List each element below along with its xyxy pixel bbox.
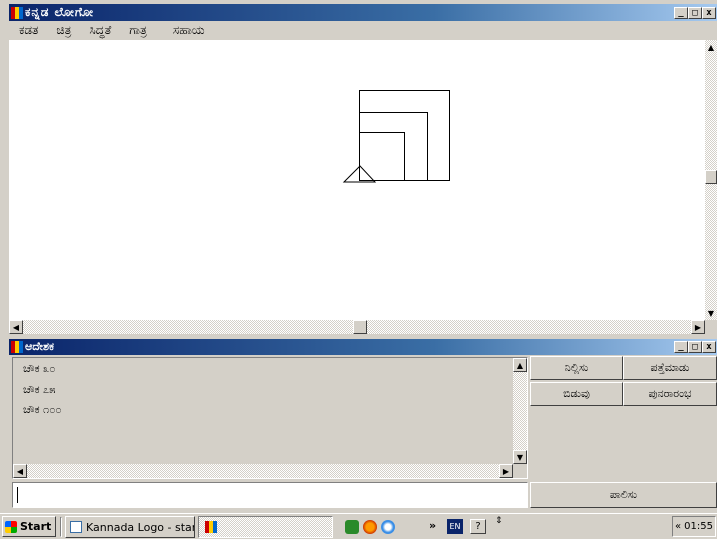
menu-file[interactable]: ಕಡತ	[19, 23, 38, 38]
system-tray: « 01:55	[672, 516, 716, 537]
menu-picture[interactable]: ಚಿತ್ರ	[56, 23, 71, 38]
language-indicator[interactable]: EN	[447, 519, 463, 534]
canvas-vscroll[interactable]: ▲ ▼	[705, 40, 717, 320]
ie-icon[interactable]	[381, 520, 395, 534]
hscroll-thumb[interactable]	[353, 320, 367, 334]
command-history[interactable]: ಚೌಕ ೩೦ ಚೌಕ ೭೫ ಚೌಕ ೧೦೦ ▲ ▼ ◀ ▶	[12, 357, 528, 479]
main-window: ಕನ್ನಡ ಲೋಗೋ _ □ x ಕಡತ ಚಿತ್ರ ಸಿದ್ಧತೆ ಗಾತ್ರ…	[0, 0, 717, 338]
stop-button[interactable]: ನಿಲ್ಲಿಸು	[530, 356, 623, 380]
document-icon	[70, 521, 82, 533]
menu-bar: ಕಡತ ಚಿತ್ರ ಸಿದ್ಧತೆ ಗಾತ್ರ ಸಹಾಯ	[9, 21, 717, 39]
taskbar-divider	[60, 517, 62, 537]
vscroll-thumb[interactable]	[705, 170, 717, 184]
scroll-right-arrow-icon[interactable]: ▶	[691, 320, 705, 334]
history-vscroll[interactable]: ▲ ▼	[513, 358, 527, 464]
history-hscroll[interactable]: ◀ ▶	[13, 464, 513, 478]
main-titlebar: ಕನ್ನಡ ಲೋಗೋ _ □ x	[9, 4, 717, 21]
history-right-arrow-icon[interactable]: ▶	[499, 464, 513, 478]
commander-logo-icon	[11, 341, 23, 353]
history-left-arrow-icon[interactable]: ◀	[13, 464, 27, 478]
window-title: ಕನ್ನಡ ಲೋಗೋ	[25, 5, 94, 19]
history-line: ಚೌಕ ೩೦	[23, 362, 56, 375]
clock: 01:55	[684, 521, 713, 532]
history-up-arrow-icon[interactable]: ▲	[513, 358, 527, 372]
drawing-canvas[interactable]	[9, 40, 705, 320]
execute-button[interactable]: ಪಾಲಿಸು	[530, 482, 717, 508]
menu-help[interactable]: ಸಹಾಯ	[173, 23, 205, 38]
canvas-hscroll[interactable]: ◀ ▶	[9, 320, 705, 334]
taskbar-item-logo-window[interactable]	[198, 516, 333, 538]
start-button[interactable]: Start	[2, 516, 56, 537]
square-75	[359, 112, 428, 181]
history-line: ಚೌಕ ೭೫	[23, 383, 56, 396]
minimize-button[interactable]: _	[674, 6, 688, 19]
tray-arrow-icon[interactable]: ⇕	[495, 516, 503, 526]
overflow-chevron-icon[interactable]: »	[429, 519, 436, 532]
tray-expand-icon[interactable]: «	[675, 521, 681, 532]
command-input[interactable]	[12, 482, 528, 508]
history-line: ಚೌಕ ೧೦೦	[23, 403, 62, 416]
maximize-button[interactable]: □	[688, 6, 702, 19]
scroll-left-arrow-icon[interactable]: ◀	[9, 320, 23, 334]
app-logo-icon	[11, 6, 23, 19]
firefox-icon[interactable]	[363, 520, 377, 534]
text-cursor	[17, 487, 18, 503]
taskbar-item-kannada-logo[interactable]: Kannada Logo - start...	[65, 516, 195, 538]
media-icon[interactable]	[345, 520, 359, 534]
resume-button[interactable]: ಪುನರಾರಂಭ	[623, 382, 717, 406]
taskbar-item-label: Kannada Logo - start...	[86, 520, 195, 534]
turtle-drawing	[342, 90, 450, 183]
help-icon[interactable]: ?	[470, 519, 486, 534]
windows-logo-icon	[5, 520, 17, 533]
commander-minimize-button[interactable]: _	[674, 341, 688, 353]
trace-button[interactable]: ಪತ್ತೆಮಾಡು	[623, 356, 717, 380]
logo-app-icon	[205, 521, 217, 533]
start-label: Start	[20, 520, 52, 533]
commander-titlebar: ಆದೇಶಕ _ □ x	[9, 339, 717, 355]
commander-close-button[interactable]: x	[702, 341, 716, 353]
commander-maximize-button[interactable]: □	[688, 341, 702, 353]
close-button[interactable]: x	[702, 6, 716, 19]
commander-title: ಆದೇಶಕ	[25, 340, 54, 353]
menu-settings[interactable]: ಸಿದ್ಧತೆ	[89, 23, 111, 38]
pause-button[interactable]: ಬಿಡುವು	[530, 382, 623, 406]
scroll-up-arrow-icon[interactable]: ▲	[705, 40, 717, 54]
quick-launch	[345, 519, 405, 535]
history-down-arrow-icon[interactable]: ▼	[513, 450, 527, 464]
taskbar: Start Kannada Logo - start... » EN ? ⇕ «…	[0, 513, 717, 539]
commander-window: ಆದೇಶಕ _ □ x ಚೌಕ ೩೦ ಚೌಕ ೭೫ ಚೌಕ ೧೦೦ ▲ ▼ ◀ …	[9, 339, 717, 511]
scroll-down-arrow-icon[interactable]: ▼	[705, 306, 717, 320]
menu-size[interactable]: ಗಾತ್ರ	[129, 23, 147, 38]
